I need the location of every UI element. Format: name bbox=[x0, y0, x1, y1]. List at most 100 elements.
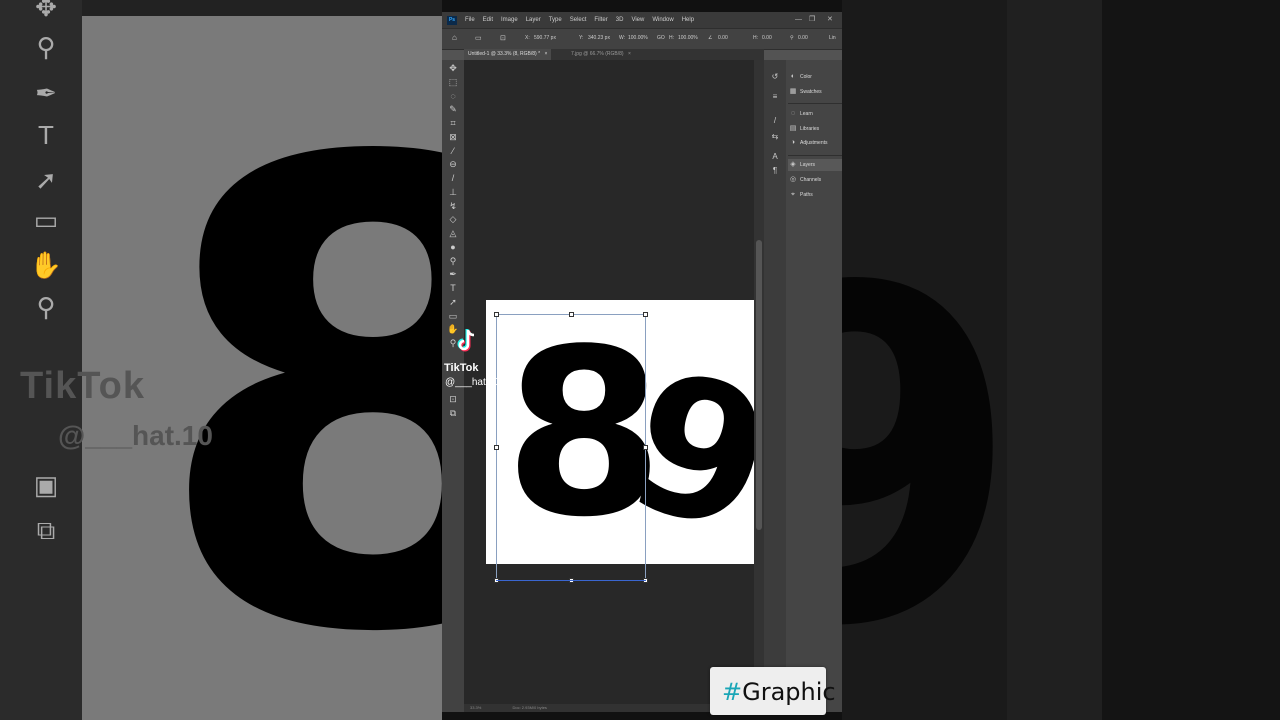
marquee-tool-icon[interactable]: ⬚ bbox=[446, 76, 460, 88]
link-aspect-button[interactable]: GO bbox=[657, 35, 665, 41]
menu-help[interactable]: Help bbox=[682, 17, 694, 23]
canvas-area[interactable]: 8 9 bbox=[464, 60, 778, 712]
bg-screen-icon: ⧉ bbox=[36, 515, 56, 545]
eraser-tool-icon[interactable]: ◇ bbox=[446, 213, 460, 225]
panel-label: Learn bbox=[800, 111, 813, 117]
crop-tool-icon[interactable]: ⌗ bbox=[446, 117, 460, 129]
screen-mode-icon[interactable]: ⧉ bbox=[446, 407, 460, 419]
x-field[interactable]: 590.77 px bbox=[534, 35, 556, 41]
quick-select-tool-icon[interactable]: ✎ bbox=[446, 103, 460, 115]
dodge-tool-icon[interactable]: ⚲ bbox=[446, 255, 460, 267]
menu-view[interactable]: View bbox=[631, 17, 644, 23]
tab-untitled-1[interactable]: Untitled-1 @ 33.3% (8, RGB/8) * × bbox=[464, 49, 552, 60]
transform-handle[interactable] bbox=[643, 445, 648, 450]
panel-label: Channels bbox=[800, 177, 822, 183]
menu-file[interactable]: File bbox=[465, 17, 475, 23]
bg-rect-icon: ▭ bbox=[33, 205, 59, 235]
angle-field[interactable]: 0.00 bbox=[718, 35, 728, 41]
tab-close-icon[interactable]: × bbox=[628, 51, 631, 57]
panel-label: Paths bbox=[800, 192, 813, 198]
hashtag-caption: #Graphic bbox=[710, 667, 836, 715]
tiktok-watermark-text: TikTok bbox=[444, 362, 479, 374]
adjust-panel-icon[interactable]: ⇆ bbox=[769, 132, 781, 142]
transform-handle[interactable] bbox=[569, 312, 574, 317]
eyedropper-tool-icon[interactable]: ⁄ bbox=[446, 145, 460, 157]
transform-handle[interactable] bbox=[643, 312, 648, 317]
panel-adjustments[interactable]: ◑ Adjustments bbox=[788, 137, 842, 149]
pen-tool-icon[interactable]: ✒ bbox=[446, 268, 460, 280]
ps-logo-icon: Ps bbox=[447, 15, 457, 25]
y-label: Y: bbox=[579, 35, 584, 41]
restore-icon[interactable]: ❐ bbox=[809, 12, 815, 28]
frame-tool-icon[interactable]: ⊠ bbox=[446, 131, 460, 143]
panel-swatches[interactable]: ▦ Swatches bbox=[788, 86, 842, 98]
menu-image[interactable]: Image bbox=[501, 17, 518, 23]
brush-panel-icon[interactable]: / bbox=[769, 116, 781, 126]
transform-bounding-box[interactable] bbox=[494, 312, 648, 583]
move-tool-icon[interactable]: ✥ bbox=[446, 62, 460, 74]
hashtag-word: Graphic bbox=[742, 678, 836, 706]
color-wheel-icon: ◐ bbox=[790, 73, 796, 80]
panel-paths[interactable]: ⌖ Paths bbox=[788, 189, 842, 201]
blur-tool-icon[interactable]: ● bbox=[446, 241, 460, 253]
type-tool-icon[interactable]: T bbox=[446, 282, 460, 294]
hskew-field[interactable]: 0.00 bbox=[762, 35, 772, 41]
rectangle-tool-icon[interactable]: ▭ bbox=[446, 310, 460, 322]
panel-channels[interactable]: ◎ Channels bbox=[788, 174, 842, 186]
quick-mask-icon[interactable]: ⊡ bbox=[446, 393, 460, 405]
vertical-scrollbar[interactable] bbox=[754, 60, 764, 712]
y-field[interactable]: 340.23 px bbox=[588, 35, 610, 41]
w-field[interactable]: 100.00% bbox=[628, 35, 648, 41]
path-select-tool-icon[interactable]: ➚ bbox=[446, 296, 460, 308]
bg-pen-icon: ✒ bbox=[35, 78, 57, 108]
paragraph-panel-icon[interactable]: ¶ bbox=[769, 166, 781, 176]
tiktok-logo-icon bbox=[457, 329, 475, 352]
bg-select-icon: ➚ bbox=[35, 165, 57, 195]
interpolation-select[interactable]: Lin bbox=[829, 35, 836, 41]
h-label: H: bbox=[669, 35, 674, 41]
panel-learn[interactable]: ◌ Learn bbox=[788, 108, 842, 120]
menu-layer[interactable]: Layer bbox=[526, 17, 541, 23]
menu-type[interactable]: Type bbox=[549, 17, 562, 23]
properties-panel-icon[interactable]: ≡ bbox=[769, 92, 781, 102]
panel-color[interactable]: ◐ Color bbox=[788, 71, 842, 83]
transform-handle[interactable] bbox=[494, 312, 499, 317]
brush-tool-icon[interactable]: / bbox=[446, 172, 460, 184]
menu-edit[interactable]: Edit bbox=[483, 17, 493, 23]
tab-label: 7.jpg @ 66.7% (RGB/8) bbox=[571, 51, 624, 57]
healing-tool-icon[interactable]: ⊖ bbox=[446, 158, 460, 170]
menu-3d[interactable]: 3D bbox=[616, 17, 624, 23]
panel-divider bbox=[788, 155, 842, 156]
panel-label: Color bbox=[800, 74, 812, 80]
home-icon[interactable]: ⌂ bbox=[452, 33, 457, 42]
minimize-icon[interactable]: — bbox=[795, 12, 802, 28]
reference-point-icon[interactable]: ⊡ bbox=[500, 34, 506, 42]
bg-digit-9: 9 bbox=[842, 192, 1023, 720]
character-panel-icon[interactable]: A bbox=[769, 152, 781, 162]
channels-icon: ◎ bbox=[789, 176, 797, 183]
paint-bucket-tool-icon[interactable]: ◬ bbox=[446, 227, 460, 239]
options-bar: ⌂ ▭ ⊡ X: 590.77 px Y: 340.23 px W: 100.0… bbox=[442, 28, 842, 50]
tab-label: Untitled-1 @ 33.3% (8, RGB/8) * bbox=[468, 51, 541, 57]
history-panel-icon[interactable]: ↺ bbox=[769, 72, 781, 82]
panel-libraries[interactable]: ▤ Libraries bbox=[788, 123, 842, 135]
stamp-tool-icon[interactable]: ⊥ bbox=[446, 186, 460, 198]
close-window-icon[interactable]: ✕ bbox=[827, 12, 833, 28]
photoshop-window: Ps File Edit Image Layer Type Select Fil… bbox=[442, 12, 842, 712]
doc-size-readout: Doc: 2.93M/0 bytes bbox=[512, 705, 547, 710]
transform-preset-icon[interactable]: ▭ bbox=[475, 34, 482, 42]
menu-select[interactable]: Select bbox=[570, 17, 587, 23]
menu-filter[interactable]: Filter bbox=[594, 17, 607, 23]
lasso-tool-icon[interactable]: ◌ bbox=[446, 90, 460, 102]
tiktok-handle-text: @___hat.10 bbox=[445, 377, 500, 388]
vskew-field[interactable]: 0.00 bbox=[798, 35, 808, 41]
history-brush-tool-icon[interactable]: ↯ bbox=[446, 200, 460, 212]
scrollbar-thumb[interactable] bbox=[756, 240, 762, 530]
panel-layers[interactable]: ◈ Layers bbox=[788, 159, 842, 171]
tab-close-icon[interactable]: × bbox=[544, 51, 547, 57]
transform-handle[interactable] bbox=[494, 445, 499, 450]
blurred-background-right: 9 bbox=[842, 0, 1280, 720]
tab-7-jpg[interactable]: 7.jpg @ 66.7% (RGB/8) × bbox=[567, 49, 635, 60]
menu-window[interactable]: Window bbox=[652, 17, 673, 23]
h-field[interactable]: 100.00% bbox=[678, 35, 698, 41]
